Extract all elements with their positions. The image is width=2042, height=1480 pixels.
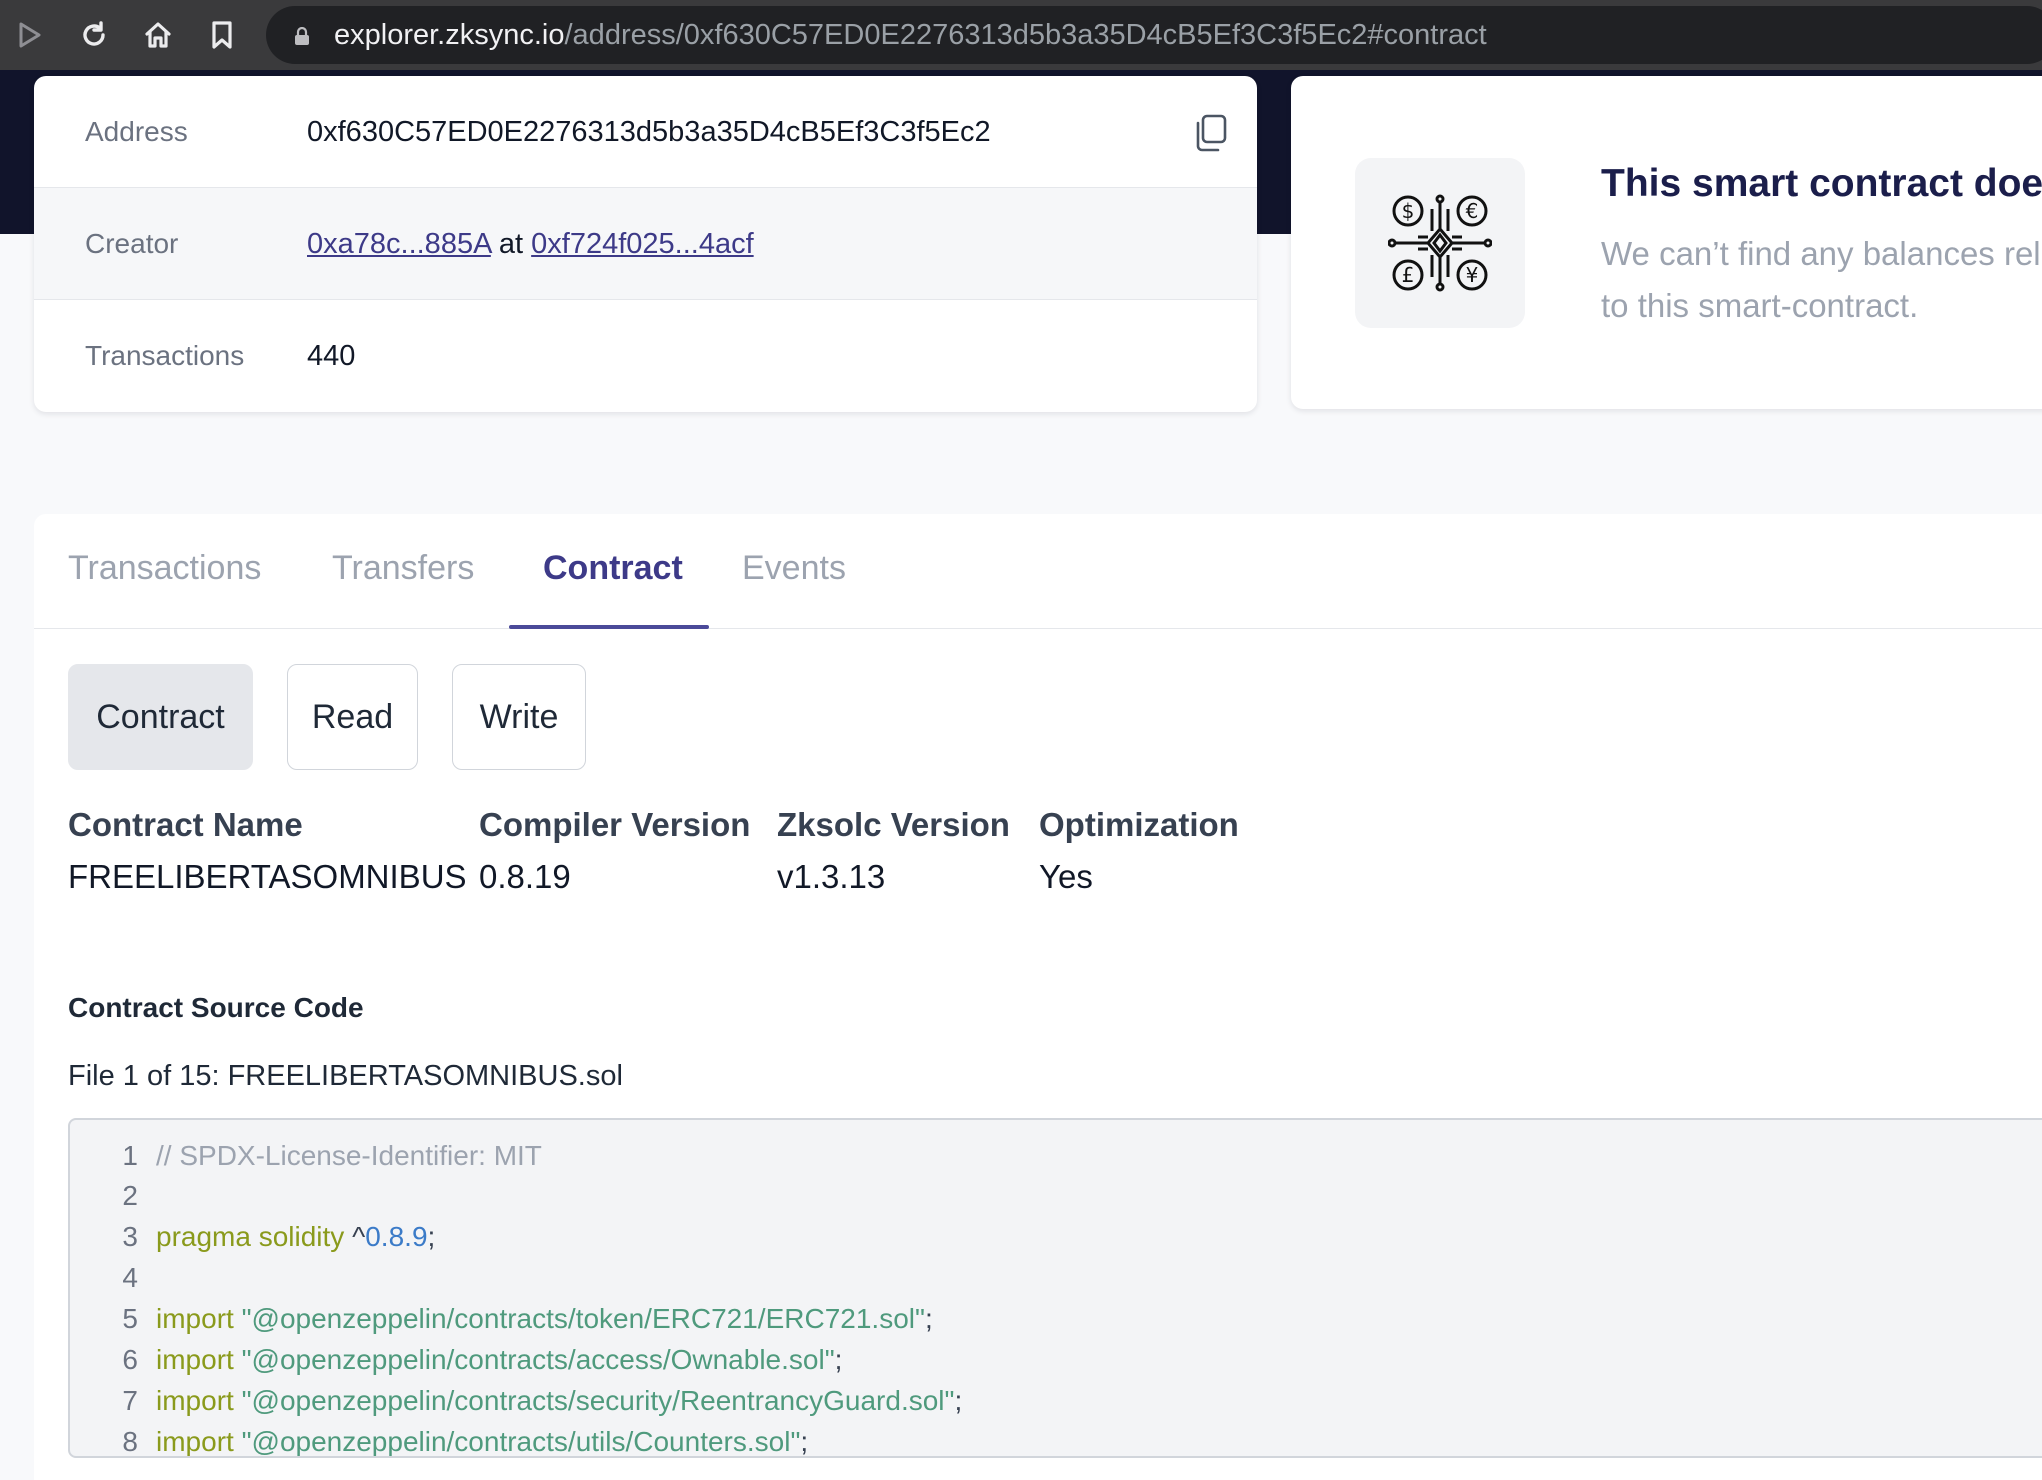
contract-name-heading: Contract Name <box>68 806 303 843</box>
address-bar[interactable]: explorer.zksync.io/address/0xf630C57ED0E… <box>266 6 2042 64</box>
svg-text:$: $ <box>1402 199 1415 223</box>
creator-at-text: at <box>498 228 524 260</box>
balances-subtitle: We can’t find any balances rel to this s… <box>1601 228 2041 332</box>
subtab-read-button[interactable]: Read <box>287 664 418 770</box>
code-semicolon: ; <box>924 1303 933 1334</box>
contract-name-value: FREELIBERTASOMNIBUS <box>68 858 467 895</box>
svg-text:¥: ¥ <box>1466 263 1479 287</box>
code-text: import "@openzeppelin/contracts/utils/Co… <box>156 1422 809 1457</box>
browser-toolbar: explorer.zksync.io/address/0xf630C57ED0E… <box>0 0 2042 70</box>
line-number: 5 <box>122 1303 138 1334</box>
line-number: 7 <box>122 1385 138 1416</box>
creator-tx-link[interactable]: 0xf724f025...4acf <box>531 228 754 260</box>
tab-transactions[interactable]: Transactions <box>68 514 261 629</box>
optimization-value: Yes <box>1039 858 1093 895</box>
home-icon[interactable] <box>140 17 176 53</box>
creator-label: Creator <box>85 228 179 259</box>
transactions-count: 440 <box>307 340 356 372</box>
tab-bar: Transactions Transfers Contract Events <box>34 514 2042 629</box>
address-row: Address 0xf630C57ED0E2276313d5b3a35D4cB5… <box>34 76 1257 188</box>
code-keyword: import <box>156 1385 234 1416</box>
code-text: pragma solidity ^0.8.9; <box>156 1217 435 1257</box>
address-value: 0xf630C57ED0E2276313d5b3a35D4cB5Ef3C3f5E… <box>307 116 991 148</box>
compiler-version-heading: Compiler Version <box>479 806 751 843</box>
copy-icon[interactable] <box>1192 114 1228 152</box>
code-keyword: import <box>156 1426 234 1457</box>
svg-text:€: € <box>1466 199 1479 223</box>
code-semicolon: ; <box>800 1426 809 1457</box>
zksolc-version-heading: Zksolc Version <box>777 806 1010 843</box>
code-semicolon: ; <box>954 1385 963 1416</box>
code-comment: // SPDX-License-Identifier: MIT <box>156 1140 542 1171</box>
code-keyword: pragma solidity <box>156 1221 345 1252</box>
transactions-label: Transactions <box>85 340 245 371</box>
code-keyword: import <box>156 1303 234 1334</box>
line-number: 4 <box>122 1262 138 1293</box>
code-text: // SPDX-License-Identifier: MIT <box>156 1136 542 1176</box>
balances-card: $ € £ ¥ This smart contract doesn We can… <box>1291 76 2042 409</box>
creator-address-link[interactable]: 0xa78c...885A <box>307 228 491 260</box>
source-file-label: File 1 of 15: FREELIBERTASOMNIBUS.sol <box>68 1060 623 1092</box>
balances-title: This smart contract doesn <box>1601 162 2042 205</box>
code-plain: ^ <box>344 1221 366 1252</box>
active-tab-indicator <box>509 625 709 629</box>
contract-details-card: Transactions Transfers Contract Events C… <box>34 514 2042 1480</box>
bookmark-icon[interactable] <box>204 17 240 53</box>
code-number: 0.8.9 <box>365 1221 428 1252</box>
tab-events[interactable]: Events <box>742 514 846 629</box>
compiler-version-value: 0.8.19 <box>479 858 571 895</box>
code-string: "@openzeppelin/contracts/access/Ownable.… <box>233 1344 835 1375</box>
url-path: /address/0xf630C57ED0E2276313d5b3a35D4cB… <box>564 19 1487 51</box>
code-text: import "@openzeppelin/contracts/token/ER… <box>156 1299 933 1339</box>
line-number: 1 <box>122 1140 138 1171</box>
play-icon[interactable] <box>12 17 48 53</box>
code-semicolon: ; <box>834 1344 843 1375</box>
line-number: 3 <box>122 1221 138 1252</box>
subtab-contract-button[interactable]: Contract <box>68 664 253 770</box>
code-text: import "@openzeppelin/contracts/security… <box>156 1381 962 1421</box>
address-info-card: Address 0xf630C57ED0E2276313d5b3a35D4cB5… <box>34 76 1257 412</box>
crypto-circuit-icon: $ € £ ¥ <box>1355 158 1525 328</box>
lock-icon <box>294 26 310 45</box>
line-number: 8 <box>122 1426 138 1457</box>
creator-row: Creator 0xa78c...885A at 0xf724f025...4a… <box>34 188 1257 300</box>
code-text: import "@openzeppelin/contracts/access/O… <box>156 1340 842 1380</box>
svg-text:£: £ <box>1402 263 1415 287</box>
source-code-viewer[interactable]: 1 // SPDX-License-Identifier: MIT 2 3 pr… <box>68 1118 2042 1458</box>
transactions-row: Transactions 440 <box>34 300 1257 412</box>
subtab-write-button[interactable]: Write <box>452 664 586 770</box>
url-text: explorer.zksync.io/address/0xf630C57ED0E… <box>334 6 1487 64</box>
reload-icon[interactable] <box>76 17 112 53</box>
tab-contract[interactable]: Contract <box>543 514 683 629</box>
code-string: "@openzeppelin/contracts/security/Reentr… <box>233 1385 955 1416</box>
balances-subtitle-line-2: to this smart-contract. <box>1601 287 1919 324</box>
line-number: 2 <box>122 1180 138 1211</box>
source-code-title: Contract Source Code <box>68 992 364 1023</box>
code-string: "@openzeppelin/contracts/token/ERC721/ER… <box>233 1303 925 1334</box>
code-semicolon: ; <box>427 1221 436 1252</box>
url-host: explorer.zksync.io <box>334 19 565 51</box>
optimization-heading: Optimization <box>1039 806 1239 843</box>
line-number: 6 <box>122 1344 138 1375</box>
code-keyword: import <box>156 1344 234 1375</box>
zksolc-version-value: v1.3.13 <box>777 858 886 895</box>
address-label: Address <box>85 116 188 147</box>
tab-transfers[interactable]: Transfers <box>332 514 474 629</box>
creator-value: 0xa78c...885A at 0xf724f025...4acf <box>307 188 754 300</box>
balances-subtitle-line-1: We can’t find any balances rel <box>1601 235 2041 272</box>
code-string: "@openzeppelin/contracts/utils/Counters.… <box>233 1426 801 1457</box>
